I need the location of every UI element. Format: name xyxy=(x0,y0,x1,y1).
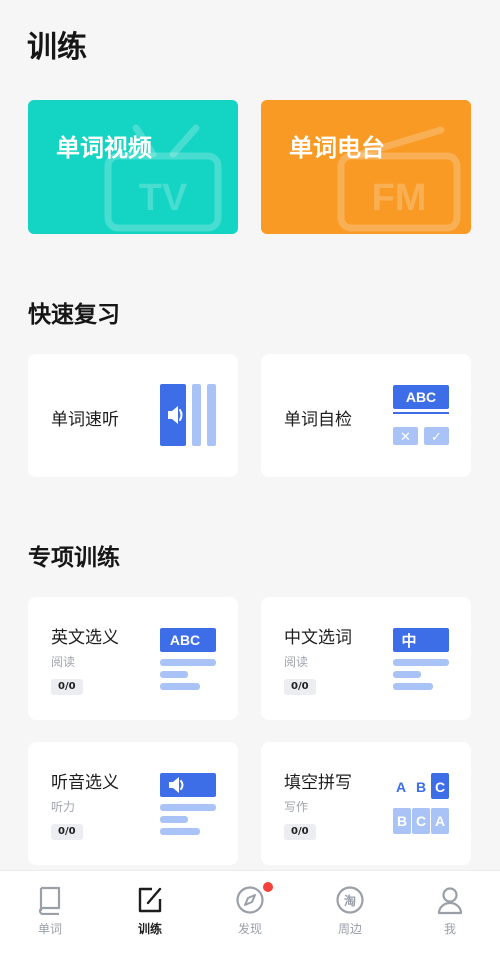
quick-review-title: 快速复习 xyxy=(28,302,120,328)
letter-a: A xyxy=(396,779,406,795)
listen-choose-meaning-sub: 听力 xyxy=(51,800,76,814)
taobao-icon: 淘 xyxy=(336,886,364,914)
compass-icon xyxy=(236,886,264,914)
page-title: 训练 xyxy=(27,30,87,65)
fill-blank-spelling-sub: 写作 xyxy=(284,800,309,814)
english-choose-meaning-card[interactable]: 英文选义 阅读 0/0 ABC xyxy=(28,597,238,720)
tab-nearby-label: 周边 xyxy=(337,922,362,936)
fill-blank-spelling-progress: 0/0 xyxy=(284,824,316,840)
word-self-check-card[interactable]: 单词自检 ABC ✕ ✓ xyxy=(261,354,471,477)
word-radio-card[interactable]: 单词电台 FM xyxy=(261,100,471,234)
letter-blocks-icon: A B C B C A xyxy=(393,773,449,834)
chinese-choose-word-card[interactable]: 中文选词 阅读 0/0 中 xyxy=(261,597,471,720)
speaker-options-icon xyxy=(160,773,216,835)
cross-icon: ✕ xyxy=(400,430,411,445)
listen-choose-meaning-label: 听音选义 xyxy=(51,773,119,793)
word-self-check-label: 单词自检 xyxy=(284,410,352,430)
tab-me-label: 我 xyxy=(443,922,456,936)
book-icon xyxy=(38,886,61,915)
english-choose-meaning-label: 英文选义 xyxy=(51,628,119,648)
special-training-title: 专项训练 xyxy=(28,545,120,571)
letter-a-block: A xyxy=(435,813,445,829)
english-choose-meaning-sub: 阅读 xyxy=(51,655,76,669)
letter-b-block: B xyxy=(397,813,407,829)
english-choose-meaning-progress: 0/0 xyxy=(51,679,83,695)
edit-icon xyxy=(138,887,162,913)
tab-words[interactable]: 单词 xyxy=(0,871,100,956)
letter-b: B xyxy=(416,779,426,795)
letter-c: C xyxy=(435,779,445,795)
word-quick-listen-card[interactable]: 单词速听 xyxy=(28,354,238,477)
word-quick-listen-label: 单词速听 xyxy=(51,410,119,430)
word-radio-label: 单词电台 xyxy=(289,134,385,162)
tab-training[interactable]: 训练 xyxy=(100,871,200,956)
tab-me[interactable]: 我 xyxy=(400,871,500,956)
tv-badge-text: TV xyxy=(139,177,188,219)
fill-blank-spelling-card[interactable]: 填空拼写 写作 0/0 A B C B C A xyxy=(261,742,471,865)
letter-c-block: C xyxy=(416,813,426,829)
listen-choose-meaning-progress: 0/0 xyxy=(51,824,83,840)
check-quiz-icon: ABC ✕ ✓ xyxy=(393,385,449,445)
fill-blank-spelling-label: 填空拼写 xyxy=(284,773,352,793)
notification-dot xyxy=(263,882,273,892)
abc-options-icon: ABC xyxy=(160,628,216,690)
chinese-choose-word-label: 中文选词 xyxy=(284,628,352,648)
check-icon: ✓ xyxy=(431,430,442,445)
tab-discover[interactable]: 发现 xyxy=(200,871,300,956)
zhong-text: 中 xyxy=(401,632,416,650)
word-video-label: 单词视频 xyxy=(56,134,152,162)
chinese-choose-word-progress: 0/0 xyxy=(284,679,316,695)
word-video-card[interactable]: 单词视频 TV xyxy=(28,100,238,234)
bottom-tab-bar: 单词 训练 发现 淘 周边 我 xyxy=(0,870,500,956)
abc-text: ABC xyxy=(406,389,436,405)
fm-badge-text: FM xyxy=(372,177,427,219)
listen-choose-meaning-card[interactable]: 听音选义 听力 0/0 xyxy=(28,742,238,865)
svg-text:淘: 淘 xyxy=(344,893,356,908)
speaker-icon xyxy=(160,384,216,446)
tab-nearby[interactable]: 淘 周边 xyxy=(300,871,400,956)
profile-icon xyxy=(437,887,463,915)
tab-training-label: 训练 xyxy=(137,922,162,936)
abc-text: ABC xyxy=(170,632,200,648)
tab-discover-label: 发现 xyxy=(237,922,262,936)
chinese-choose-word-sub: 阅读 xyxy=(284,655,309,669)
tab-words-label: 单词 xyxy=(37,922,62,936)
chinese-options-icon: 中 xyxy=(393,628,449,690)
